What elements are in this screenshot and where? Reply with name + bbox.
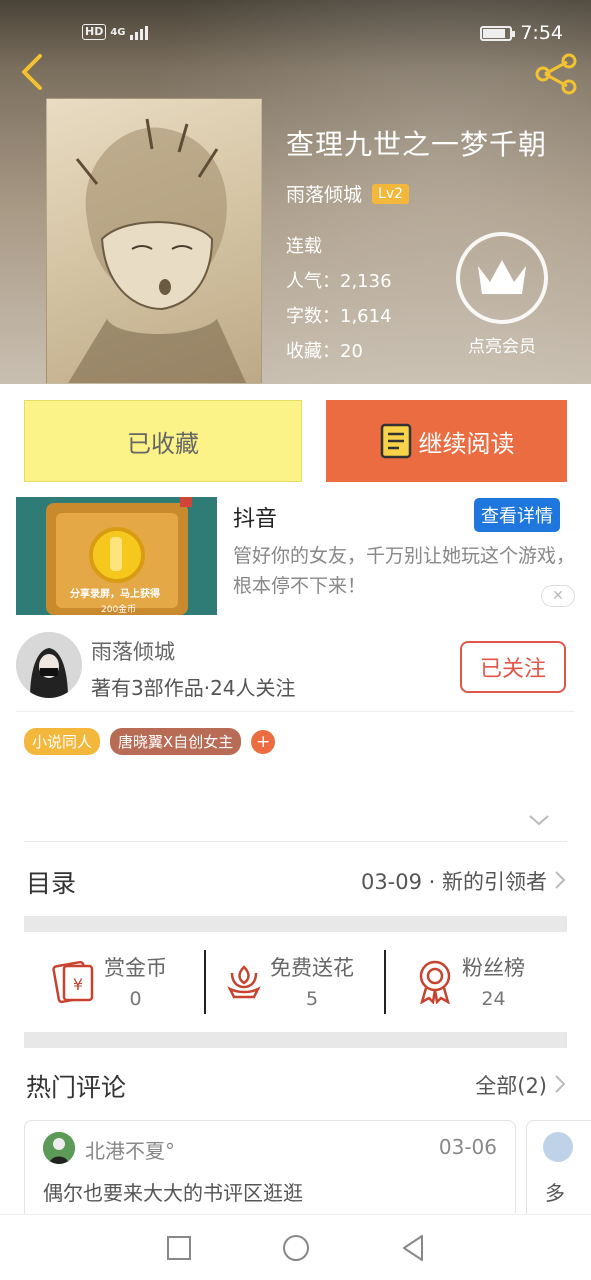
recent-apps-button[interactable] xyxy=(164,1233,194,1263)
comment-text: 多 xyxy=(545,1181,565,1205)
close-icon: ✕ xyxy=(552,588,564,604)
comment-text: 偶尔也要来大大的书评区逛逛 xyxy=(43,1181,303,1205)
book-cover[interactable] xyxy=(46,98,262,384)
chevron-right-icon xyxy=(555,871,566,889)
toc-title: 目录 xyxy=(26,869,77,898)
divider xyxy=(204,950,206,1014)
system-nav-bar xyxy=(0,1214,591,1280)
fan-ranking-button[interactable]: 粉丝榜 24 xyxy=(414,948,525,1014)
divider xyxy=(384,950,386,1014)
cover-illustration xyxy=(68,118,247,383)
nav-back-button[interactable] xyxy=(398,1233,428,1263)
network-type: 4G xyxy=(110,26,126,38)
book-detail-content: 已收藏 继续阅读 分享录屏，马上获得 200金币 抖音 查看详情 管好你的女友，… xyxy=(0,384,591,1220)
send-flower-count: 5 xyxy=(305,988,319,1010)
tag[interactable]: 唐晓翼X自创女主 xyxy=(110,728,242,755)
ad-description: 管好你的女友，千万别让她玩这个游戏，根本停不下来！ xyxy=(233,545,576,597)
author-stats: 著有3部作品·24人关注 xyxy=(91,676,296,700)
circle-icon xyxy=(282,1234,309,1261)
status-bar: HD 4G 7:54 xyxy=(0,0,591,68)
avatar-image xyxy=(43,1132,75,1164)
ad-close-button[interactable]: ✕ xyxy=(541,585,575,607)
section-separator xyxy=(24,916,567,932)
book-header: HD 4G 7:54 查理九世之一梦千朝 雨落倾城 Lv2 连载 人气：2,13… xyxy=(0,0,591,384)
network-indicator: HD 4G xyxy=(82,24,148,40)
continue-reading-button[interactable]: 继续阅读 xyxy=(326,400,567,482)
flower-icon xyxy=(227,965,261,999)
expand-button[interactable] xyxy=(528,812,550,828)
tag-list: 小说同人 唐晓翼X自创女主 + xyxy=(24,728,276,755)
ad-image-text: 分享录屏，马上获得 xyxy=(70,589,160,600)
author-avatar[interactable] xyxy=(16,632,82,698)
book-author[interactable]: 雨落倾城 xyxy=(286,180,362,207)
comment-date: 03-06 xyxy=(438,1135,497,1159)
svg-text:¥: ¥ xyxy=(73,975,83,994)
book-icon xyxy=(380,423,411,459)
hd-badge: HD xyxy=(82,24,107,40)
author-level-badge: Lv2 xyxy=(372,183,410,204)
avatar-image xyxy=(16,632,82,698)
tag[interactable]: 小说同人 xyxy=(24,728,101,755)
comment-avatar[interactable] xyxy=(43,1132,75,1164)
comment-card[interactable]: 多 xyxy=(526,1120,591,1220)
fan-ranking-label: 粉丝榜 xyxy=(462,956,525,980)
signal-icon xyxy=(129,24,148,40)
section-separator xyxy=(24,1032,567,1048)
comment-user[interactable]: 北港不夏° xyxy=(85,1135,175,1164)
crown-icon xyxy=(478,260,526,294)
comment-card[interactable]: 北港不夏° 03-06 偶尔也要来大大的书评区逛逛 xyxy=(24,1120,516,1220)
ad-details-button[interactable]: 查看详情 xyxy=(474,498,560,532)
triangle-back-icon xyxy=(402,1234,423,1261)
reward-coin-label: 赏金币 xyxy=(104,956,167,980)
plus-icon: + xyxy=(256,731,271,752)
follow-button[interactable]: 已关注 xyxy=(460,641,566,693)
toc-latest-chapter: 03-09 · 新的引领者 xyxy=(360,870,547,894)
reward-coin-button[interactable]: ¥ 赏金币 0 xyxy=(52,948,167,1014)
back-button[interactable] xyxy=(14,50,54,94)
home-button[interactable] xyxy=(281,1233,311,1263)
chevron-down-icon xyxy=(529,815,549,826)
vip-button[interactable]: 点亮会员 xyxy=(456,232,548,357)
comments-all-link[interactable]: 全部(2) xyxy=(475,1070,547,1100)
clock: 7:54 xyxy=(520,22,563,44)
toc-row[interactable]: 目录 03-09 · 新的引领者 xyxy=(24,842,567,916)
book-title: 查理九世之一梦千朝 xyxy=(286,128,548,161)
comment-avatar[interactable] xyxy=(543,1132,573,1162)
reward-coin-count: 0 xyxy=(129,988,142,1010)
author-name[interactable]: 雨落倾城 xyxy=(91,636,175,666)
continue-reading-label: 继续阅读 xyxy=(418,429,515,458)
send-flower-label: 免费送花 xyxy=(270,956,354,980)
fan-ranking-count: 24 xyxy=(481,988,506,1010)
ad-title: 抖音 xyxy=(233,507,278,532)
collected-button[interactable]: 已收藏 xyxy=(24,400,302,482)
ad-image[interactable]: 分享录屏，马上获得 200金币 xyxy=(16,497,217,615)
comments-title: 热门评论 xyxy=(26,1073,127,1102)
red-envelope-icon: ¥ xyxy=(52,960,94,1004)
share-icon xyxy=(535,53,577,95)
add-tag-button[interactable]: + xyxy=(251,729,276,754)
medal-icon xyxy=(419,960,451,1004)
square-icon xyxy=(166,1235,191,1260)
battery-icon xyxy=(480,25,516,41)
vip-label: 点亮会员 xyxy=(468,337,536,357)
ad-banner[interactable]: 分享录屏，马上获得 200金币 抖音 查看详情 管好你的女友，千万别让她玩这个游… xyxy=(16,497,575,615)
author-card[interactable]: 雨落倾城 著有3部作品·24人关注 已关注 xyxy=(16,628,575,712)
share-button[interactable] xyxy=(531,52,579,96)
chevron-right-icon xyxy=(555,1075,566,1093)
comments-header[interactable]: 热门评论 全部(2) xyxy=(24,1048,567,1118)
support-actions: ¥ 赏金币 0 免费送花 5 粉丝榜 24 xyxy=(24,932,567,1032)
send-flower-button[interactable]: 免费送花 5 xyxy=(224,948,354,1014)
ad-image-subtext: 200金币 xyxy=(101,605,137,615)
chevron-left-icon xyxy=(22,54,42,90)
